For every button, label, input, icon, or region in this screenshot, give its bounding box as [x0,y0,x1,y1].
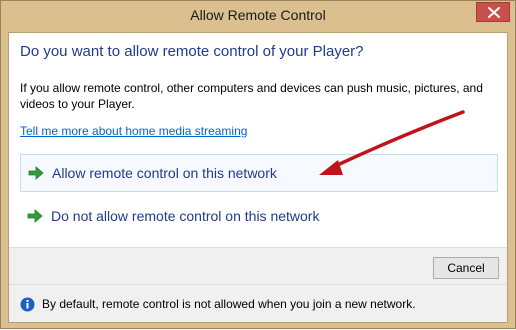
description-line: If you allow remote control, other compu… [20,81,483,95]
footnote-text: By default, remote control is not allowe… [42,297,416,311]
description: If you allow remote control, other compu… [20,80,490,112]
title-bar[interactable]: Allow Remote Control [1,1,515,32]
deny-remote-control-option[interactable]: Do not allow remote control on this netw… [20,198,498,236]
description-line: videos to your Player. [20,97,135,111]
info-icon [20,297,35,312]
dialog-content: Do you want to allow remote control of y… [8,32,508,323]
option-label: Do not allow remote control on this netw… [51,208,320,224]
option-label: Allow remote control on this network [52,165,277,181]
close-icon [488,7,500,18]
green-arrow-icon [27,209,43,223]
footnote-bar: By default, remote control is not allowe… [9,285,507,322]
dialog-heading: Do you want to allow remote control of y… [20,43,364,60]
window-title: Allow Remote Control [190,7,326,23]
cancel-button[interactable]: Cancel [433,257,499,279]
close-button[interactable] [476,2,510,22]
dialog-window: Allow Remote Control Do you want to allo… [0,0,516,329]
help-link[interactable]: Tell me more about home media streaming [20,124,247,138]
green-arrow-icon [28,166,44,180]
allow-remote-control-option[interactable]: Allow remote control on this network [20,154,498,192]
